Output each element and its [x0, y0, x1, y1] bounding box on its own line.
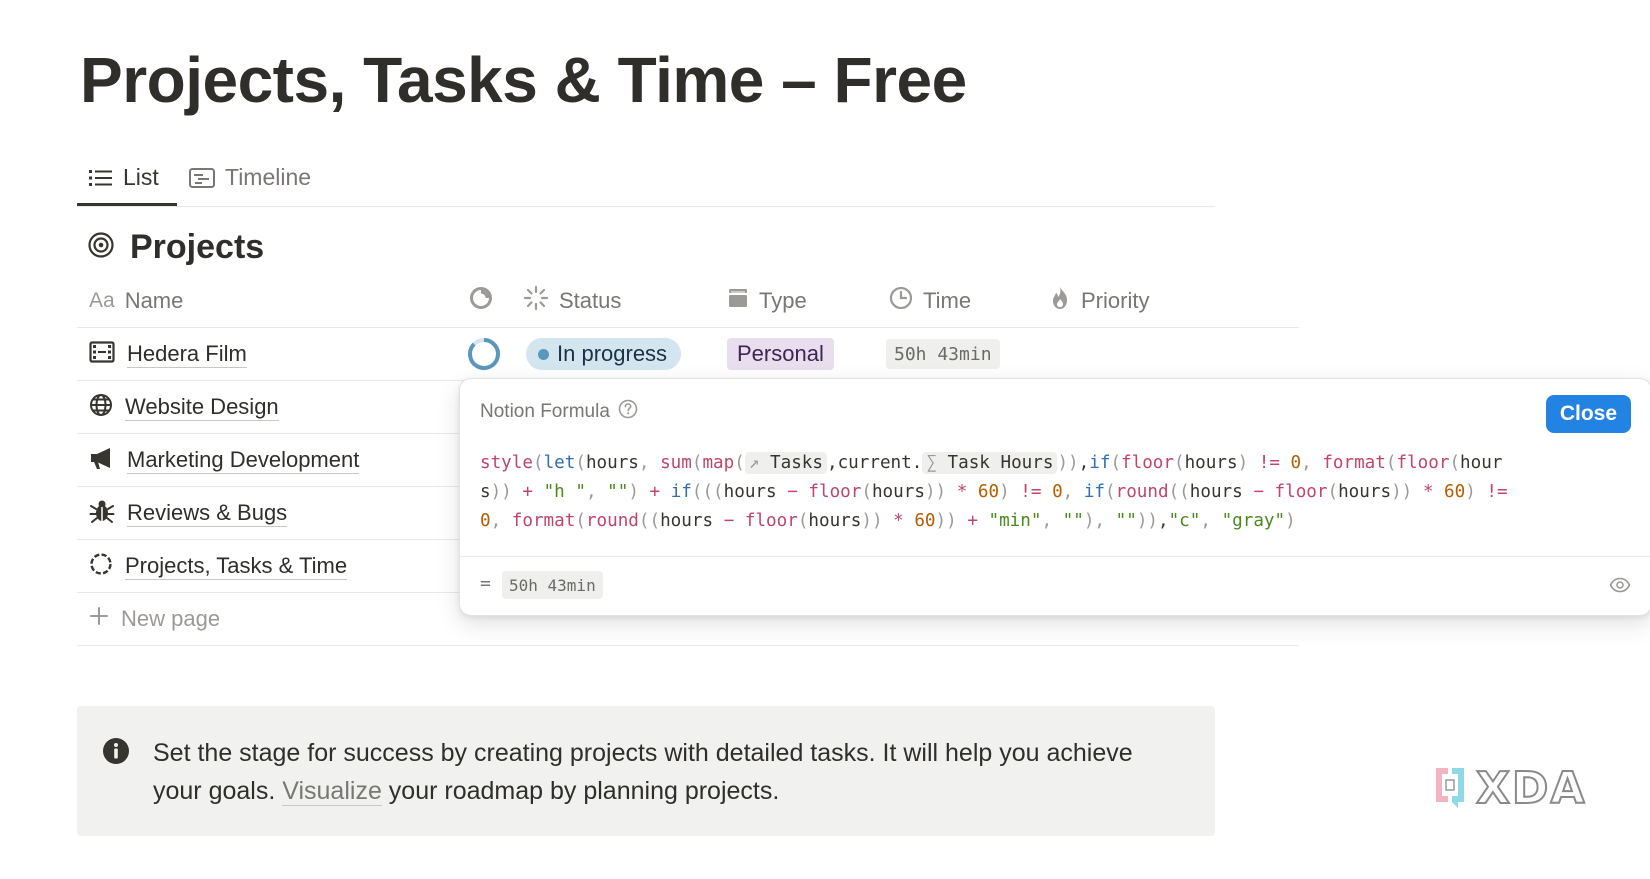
popup-title-label: Notion Formula: [480, 401, 610, 422]
tab-list[interactable]: List: [89, 150, 159, 205]
column-header-label: Time: [923, 288, 972, 313]
megaphone-icon: [89, 446, 115, 475]
page-title: Projects, Tasks & Time – Free: [80, 44, 967, 116]
popup-title: Notion Formula: [480, 399, 638, 425]
status-icon: [523, 285, 549, 317]
column-header-status[interactable]: Status: [523, 275, 621, 327]
row-name-cell[interactable]: Reviews & Bugs: [89, 487, 288, 539]
tab-timeline[interactable]: Timeline: [189, 150, 311, 205]
select-icon: [727, 287, 749, 315]
formula-line: style(let(hours, sum(map(↗ Tasks ,current…: [480, 452, 1503, 474]
table-row[interactable]: Hedera Film In progress Personal 50h 43m…: [77, 328, 1299, 381]
info-callout: Set the stage for success by creating pr…: [77, 706, 1215, 836]
eye-icon[interactable]: [1609, 577, 1631, 598]
formula-line: s)) + "h ", "") + if(((hours − floor(hou…: [480, 482, 1508, 502]
text-property-icon: Aa: [89, 289, 115, 312]
time-value[interactable]: 50h 43min: [886, 339, 1000, 369]
xda-logo-icon: [1430, 762, 1470, 815]
callout-text: Set the stage for success by creating pr…: [153, 734, 1183, 810]
active-tab-indicator: [77, 203, 177, 206]
plus-icon: [89, 606, 109, 632]
database-header: Projects: [88, 228, 264, 267]
row-title[interactable]: Marketing Development: [127, 447, 360, 474]
status-label: In progress: [557, 341, 668, 366]
row-name-cell[interactable]: Hedera Film: [89, 328, 247, 380]
column-header-label: Type: [759, 288, 807, 313]
progress-ring: [467, 337, 501, 376]
task-hours-mention: ∑ Task Hours: [922, 452, 1058, 474]
tasks-mention: ↗ Tasks: [744, 452, 827, 474]
row-name-cell[interactable]: Marketing Development: [89, 434, 360, 486]
formula-result: 50h 43min: [502, 571, 603, 599]
column-header-label: Priority: [1081, 288, 1150, 313]
row-name-cell[interactable]: Projects, Tasks & Time: [89, 540, 348, 592]
xda-wordmark: XDA: [1475, 762, 1587, 814]
formula-popup: Notion Formula Close style(let(hours, su…: [459, 378, 1650, 616]
status-dot: [538, 348, 549, 360]
column-header-time[interactable]: Time: [889, 275, 971, 327]
column-header-name[interactable]: Aa Name: [89, 275, 183, 327]
row-title[interactable]: Reviews & Bugs: [127, 500, 288, 527]
callout-text-part: your roadmap by planning projects.: [381, 777, 780, 805]
visualize-link[interactable]: Visualize: [282, 777, 382, 806]
formula-result-bar: = 50h 43min: [460, 556, 1650, 615]
formula-line: 0, format(round((hours − floor(hours)) *…: [480, 511, 1296, 531]
info-icon: [102, 737, 130, 770]
database-title[interactable]: Projects: [130, 228, 264, 267]
globe-icon: [89, 393, 113, 422]
row-title[interactable]: Projects, Tasks & Time: [125, 553, 348, 580]
table-header: Aa Name Status Type Time Priority: [77, 275, 1299, 328]
rollup-progress-icon: [469, 286, 493, 316]
column-header-progress[interactable]: [469, 275, 493, 327]
new-page-label: New page: [121, 606, 221, 631]
timeline-icon: [189, 167, 215, 189]
row-name-cell[interactable]: Website Design: [89, 381, 279, 433]
column-header-label: Name: [124, 288, 184, 313]
status-badge[interactable]: In progress: [526, 338, 682, 370]
film-icon: [89, 340, 115, 369]
column-header-label: Status: [559, 288, 622, 313]
clock-icon: [889, 286, 913, 316]
row-title[interactable]: Hedera Film: [127, 341, 247, 368]
fire-icon: [1049, 285, 1071, 317]
type-tag[interactable]: Personal: [727, 338, 834, 370]
target-icon: [88, 232, 114, 263]
close-button[interactable]: Close: [1545, 395, 1631, 433]
row-title[interactable]: Website Design: [125, 394, 279, 421]
column-header-priority[interactable]: Priority: [1049, 275, 1149, 327]
dashed-circle-icon: [89, 552, 113, 581]
question-icon[interactable]: [618, 399, 638, 425]
xda-watermark: XDA: [1430, 762, 1587, 815]
tab-list-label: List: [123, 164, 159, 190]
tab-timeline-label: Timeline: [225, 164, 312, 190]
result-equals: =: [480, 573, 491, 594]
view-tabs: List Timeline: [77, 150, 1215, 207]
column-header-type[interactable]: Type: [727, 275, 807, 327]
bug-icon: [89, 498, 115, 529]
list-icon: [89, 168, 113, 188]
formula-code[interactable]: style(let(hours, sum(map(↗ Tasks ,current…: [480, 449, 1630, 536]
